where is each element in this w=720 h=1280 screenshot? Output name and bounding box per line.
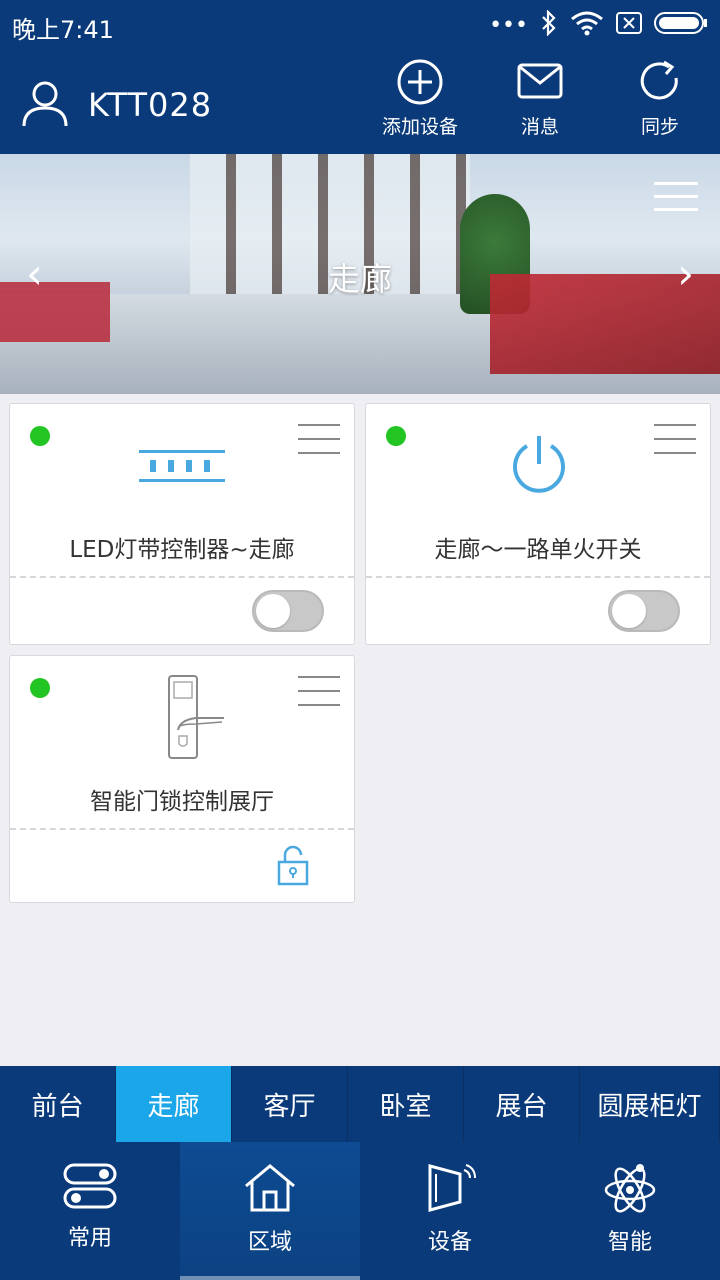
nav-devices-label: 设备: [427, 1230, 472, 1255]
device-toggle[interactable]: [608, 590, 680, 632]
sync-label: 同步: [640, 116, 679, 138]
status-time: 晚上7:41: [12, 16, 114, 44]
add-device-label: 添加设备: [381, 116, 458, 138]
nav-area-label: 区域: [247, 1230, 292, 1255]
banner-menu-icon[interactable]: [654, 182, 698, 221]
device-menu-icon[interactable]: [654, 424, 696, 466]
battery-icon: [654, 11, 708, 39]
atom-icon: [540, 1162, 720, 1214]
area-banner: ‹ › 走廊: [0, 154, 720, 394]
messages-label: 消息: [520, 116, 559, 138]
tab-front-desk[interactable]: 前台: [0, 1066, 116, 1142]
device-name: 走廊～一路单火开关: [434, 537, 642, 563]
add-device-button[interactable]: 添加设备: [360, 58, 480, 146]
online-indicator: [30, 426, 50, 446]
unlock-button[interactable]: [276, 844, 310, 892]
username: KTT028: [88, 86, 213, 124]
power-icon: [507, 432, 571, 500]
messages-button[interactable]: 消息: [480, 58, 600, 146]
door-lock-icon: [166, 674, 228, 764]
device-card-led-strip[interactable]: LED灯带控制器~走廊: [9, 403, 355, 645]
sync-button[interactable]: 同步: [600, 58, 720, 146]
home-icon: [180, 1162, 360, 1214]
refresh-icon: [600, 58, 720, 106]
wifi-icon: [570, 10, 604, 40]
device-card-door-lock[interactable]: 智能门锁控制展厅: [9, 655, 355, 903]
nav-smart-label: 智能: [607, 1230, 652, 1255]
tab-living-room[interactable]: 客厅: [232, 1066, 348, 1142]
nav-devices[interactable]: 设备: [360, 1142, 540, 1280]
device-card-switch[interactable]: 走廊～一路单火开关: [365, 403, 711, 645]
banner-title: 走廊: [327, 260, 392, 298]
device-name: LED灯带控制器~走廊: [69, 537, 295, 563]
tab-display-stand[interactable]: 展台: [464, 1066, 580, 1142]
status-bar: 晚上7:41 •••: [0, 0, 720, 50]
more-dots-icon: •••: [489, 12, 528, 38]
user-account[interactable]: KTT028: [20, 78, 212, 132]
device-toggle[interactable]: [252, 590, 324, 632]
bottom-nav: 常用 区域 设备 智能: [0, 1142, 720, 1280]
user-icon: [20, 78, 70, 132]
device-icon: [360, 1162, 540, 1214]
nav-area[interactable]: 区域: [180, 1142, 360, 1280]
area-tabs: 前台 走廊 客厅 卧室 展台 圆展柜灯: [0, 1066, 720, 1142]
online-indicator: [30, 678, 50, 698]
device-menu-icon[interactable]: [298, 676, 340, 718]
bluetooth-icon: [540, 9, 558, 40]
tab-corridor[interactable]: 走廊: [116, 1066, 232, 1142]
nav-common[interactable]: 常用: [0, 1142, 180, 1280]
tab-round-cabinet-light[interactable]: 圆展柜灯: [580, 1066, 720, 1142]
plus-circle-icon: [360, 58, 480, 106]
device-name: 智能门锁控制展厅: [90, 789, 274, 815]
status-icons: •••: [489, 9, 708, 40]
toggles-icon: [0, 1162, 180, 1210]
nav-common-label: 常用: [67, 1226, 112, 1251]
online-indicator: [386, 426, 406, 446]
envelope-icon: [480, 58, 600, 106]
nav-smart[interactable]: 智能: [540, 1142, 720, 1280]
device-menu-icon[interactable]: [298, 424, 340, 466]
no-sim-icon: [616, 12, 642, 38]
app-header: KTT028 添加设备 消息 同步: [0, 50, 720, 154]
led-strip-icon: [138, 446, 226, 490]
tab-bedroom[interactable]: 卧室: [348, 1066, 464, 1142]
